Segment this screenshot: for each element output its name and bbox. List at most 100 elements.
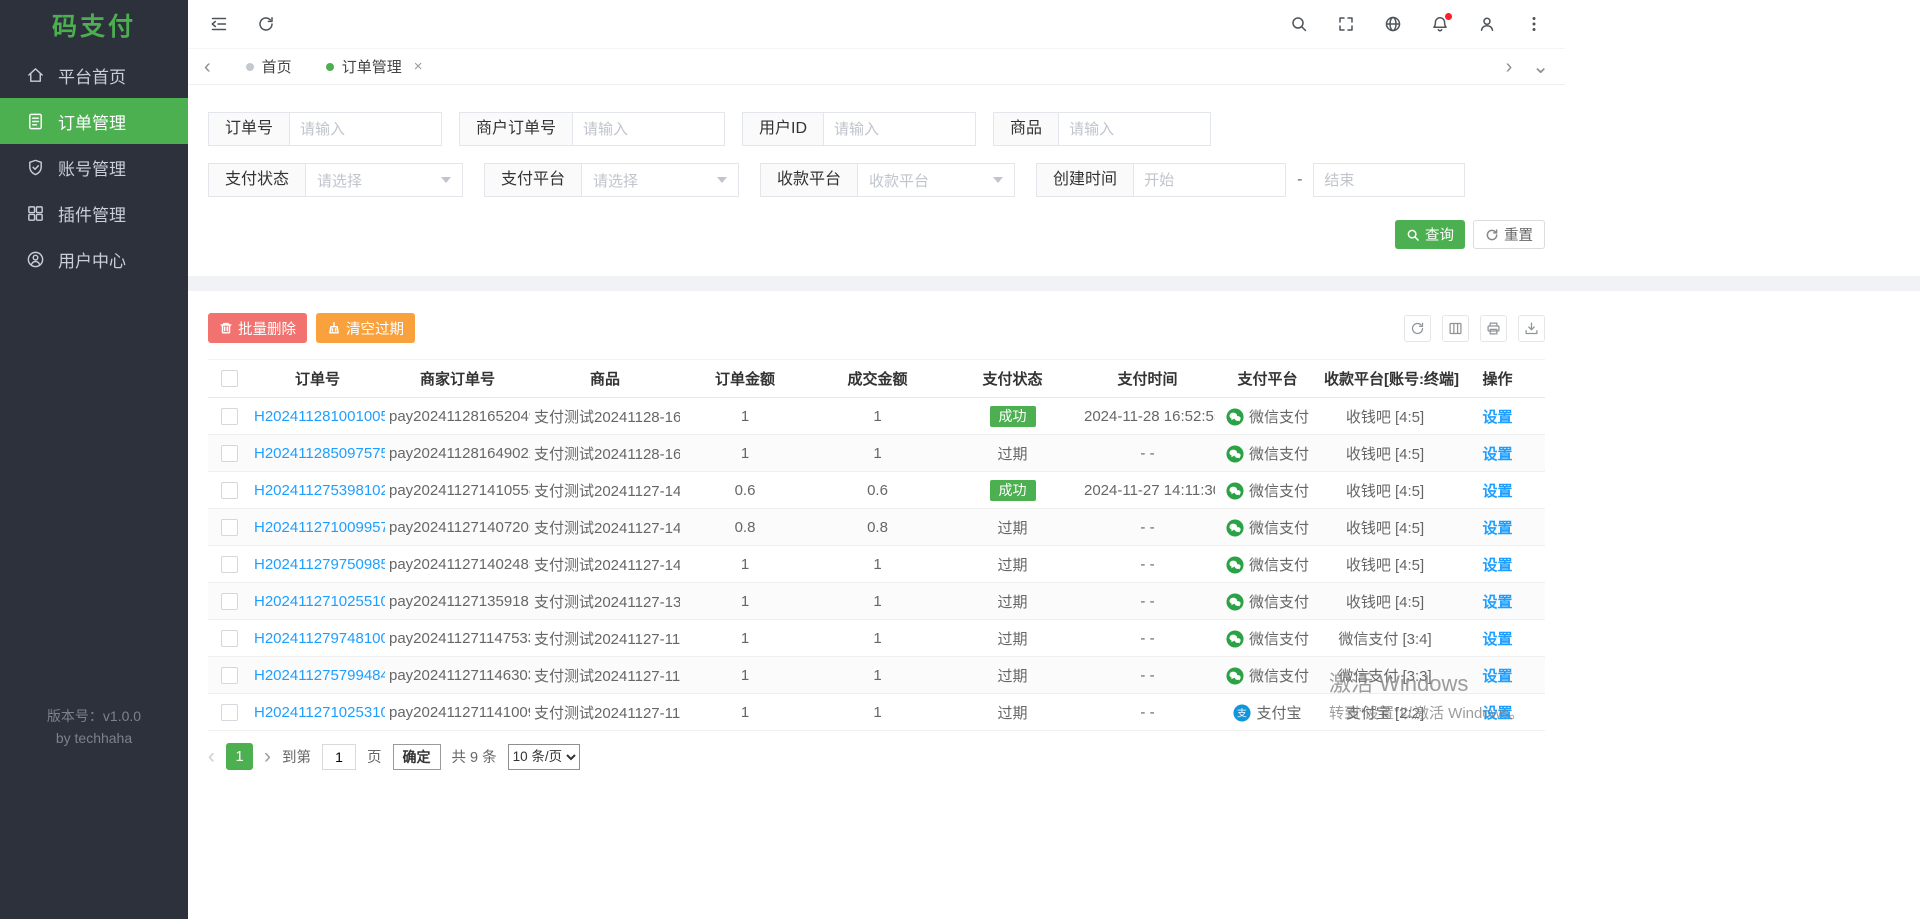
print-icon xyxy=(1486,321,1501,336)
settings-link[interactable]: 设置 xyxy=(1482,594,1512,611)
tab-close-icon[interactable]: × xyxy=(414,58,423,75)
goto-confirm-button[interactable]: 确定 xyxy=(393,744,441,770)
settings-link[interactable]: 设置 xyxy=(1482,409,1512,426)
col-product: 商品 xyxy=(530,360,680,398)
next-page-icon[interactable]: › xyxy=(264,746,271,767)
menu-fold-icon[interactable] xyxy=(210,15,228,33)
pay-platform-cell: 微信支付 xyxy=(1215,583,1320,620)
clear-expired-button[interactable]: 清空过期 xyxy=(316,313,415,343)
sidebar-item-user-center[interactable]: 用户中心 xyxy=(0,236,188,282)
order-no-link[interactable]: H2024112850975751 xyxy=(254,445,385,462)
pay-status-select[interactable]: 请选择 xyxy=(306,163,463,197)
filter-label: 商品 xyxy=(993,112,1059,146)
settings-link[interactable]: 设置 xyxy=(1482,483,1512,500)
receive-account: 收钱吧 [4:5] xyxy=(1346,557,1424,574)
table-row: H2024112757994849pay202411271146303259支付… xyxy=(208,657,1545,694)
tab-home[interactable]: 首页 xyxy=(229,49,309,85)
status-text-expired: 过期 xyxy=(997,668,1027,685)
settings-link[interactable]: 设置 xyxy=(1482,520,1512,537)
order-amount: 1 xyxy=(741,556,749,573)
settings-link[interactable]: 设置 xyxy=(1482,705,1512,722)
tab-menu-chevron-down-icon[interactable]: ⌄ xyxy=(1532,57,1549,77)
row-checkbox[interactable] xyxy=(221,667,238,684)
product-name: 支付测试20241128-164... xyxy=(534,446,680,463)
product-input[interactable] xyxy=(1059,112,1211,146)
sidebar-item-label: 平台首页 xyxy=(58,63,126,88)
pay-platform-name: 微信支付 xyxy=(1249,483,1309,500)
order-no-link[interactable]: H2024112710255102 xyxy=(254,593,385,610)
order-no-link[interactable]: H2024112810010056 xyxy=(254,408,385,425)
row-checkbox[interactable] xyxy=(221,482,238,499)
table-row: H2024112797481009pay202411271147533581支付… xyxy=(208,620,1545,657)
filter-pay-status: 支付状态 请选择 xyxy=(208,163,463,197)
pay-platform-name: 微信支付 xyxy=(1249,557,1309,574)
settings-link[interactable]: 设置 xyxy=(1482,631,1512,648)
order-no-input[interactable] xyxy=(290,112,442,146)
fullscreen-icon[interactable] xyxy=(1337,15,1355,33)
search-button[interactable]: 查询 xyxy=(1395,220,1465,249)
user-icon[interactable] xyxy=(1478,15,1496,33)
notifications-button[interactable] xyxy=(1431,15,1449,33)
sidebar-item-platform-home[interactable]: 平台首页 xyxy=(0,52,188,98)
prev-page-icon[interactable]: ‹ xyxy=(208,746,215,767)
reset-button[interactable]: 重置 xyxy=(1473,220,1545,249)
status-text-expired: 过期 xyxy=(997,520,1027,537)
more-icon[interactable] xyxy=(1525,15,1543,33)
tab-scroll-right-icon[interactable]: › xyxy=(1506,57,1513,77)
merchant-order-no-input[interactable] xyxy=(573,112,725,146)
header-left xyxy=(210,15,275,33)
pay-platform-name: 微信支付 xyxy=(1249,446,1309,463)
date-range-separator: - xyxy=(1297,171,1302,189)
end-date-input[interactable] xyxy=(1313,163,1465,197)
user-id-input[interactable] xyxy=(824,112,976,146)
settings-link[interactable]: 设置 xyxy=(1482,557,1512,574)
row-checkbox[interactable] xyxy=(221,408,238,425)
order-no-link[interactable]: H2024112710099571 xyxy=(254,519,385,536)
table-row: H2024112850975751pay2024112816490225...支… xyxy=(208,435,1545,472)
settings-link[interactable]: 设置 xyxy=(1482,668,1512,685)
sidebar-item-plugin-management[interactable]: 插件管理 xyxy=(0,190,188,236)
select-all-checkbox[interactable] xyxy=(221,370,238,387)
table-export-button[interactable] xyxy=(1518,315,1545,342)
table-print-button[interactable] xyxy=(1480,315,1507,342)
globe-icon[interactable] xyxy=(1384,15,1402,33)
order-no-link[interactable]: H2024112797481009 xyxy=(254,630,385,647)
table-row: H2024112797509854pay2024112714024850...支… xyxy=(208,546,1545,583)
col-paid-amount: 成交金额 xyxy=(810,360,945,398)
settings-link[interactable]: 设置 xyxy=(1482,446,1512,463)
order-no-link[interactable]: H2024112753981029 xyxy=(254,482,385,499)
page-size-select[interactable]: 10 条/页 xyxy=(508,744,580,770)
table-columns-button[interactable] xyxy=(1442,315,1469,342)
current-page-button[interactable]: 1 xyxy=(226,743,253,770)
order-no-link[interactable]: H2024112710253101 xyxy=(254,704,385,721)
order-no-link[interactable]: H2024112797509854 xyxy=(254,556,385,573)
pay-platform-name: 微信支付 xyxy=(1249,631,1309,648)
sidebar-item-account-management[interactable]: 账号管理 xyxy=(0,144,188,190)
wechat-pay-icon xyxy=(1226,630,1244,648)
goto-page-input[interactable] xyxy=(322,744,356,770)
chevron-down-icon xyxy=(717,177,727,183)
user-center-icon xyxy=(26,250,45,269)
wechat-pay-icon xyxy=(1226,408,1244,426)
sidebar-item-order-management[interactable]: 订单管理 xyxy=(0,98,188,144)
row-checkbox[interactable] xyxy=(221,630,238,647)
batch-delete-button[interactable]: 批量删除 xyxy=(208,313,307,343)
tab-label: 首页 xyxy=(262,56,292,77)
pay-platform-select[interactable]: 请选择 xyxy=(582,163,739,197)
order-no-link[interactable]: H2024112757994849 xyxy=(254,667,385,684)
account-icon xyxy=(26,158,45,177)
start-date-input[interactable] xyxy=(1134,163,1286,197)
receive-platform-select[interactable]: 收款平台 xyxy=(858,163,1015,197)
row-checkbox[interactable] xyxy=(221,704,238,721)
tab-order-management[interactable]: 订单管理 × xyxy=(309,49,440,85)
table-refresh-button[interactable] xyxy=(1404,315,1431,342)
tab-scroll-left-icon[interactable]: ‹ xyxy=(204,57,211,77)
table-row: H2024112710253101pay202411271141009023支付… xyxy=(208,694,1545,731)
row-checkbox[interactable] xyxy=(221,519,238,536)
row-checkbox[interactable] xyxy=(221,556,238,573)
search-icon[interactable] xyxy=(1290,15,1308,33)
row-checkbox[interactable] xyxy=(221,593,238,610)
pay-platform-cell: 微信支付 xyxy=(1215,620,1320,657)
refresh-icon[interactable] xyxy=(257,15,275,33)
row-checkbox[interactable] xyxy=(221,445,238,462)
